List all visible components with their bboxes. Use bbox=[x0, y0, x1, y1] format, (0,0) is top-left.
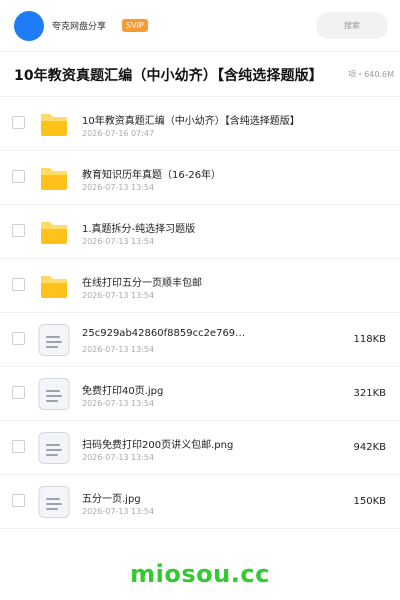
file-name[interactable]: 在线打印五分一页顺丰包邮 bbox=[82, 274, 202, 289]
document-icon bbox=[38, 486, 70, 518]
folder-row[interactable]: 10年教资真题汇编（中小幼齐）【含纯选择题版】 2026-07-16 07:47 bbox=[0, 97, 400, 151]
file-name[interactable]: 扫码免费打印200页讲义包邮.png bbox=[82, 436, 233, 451]
file-size: 942KB bbox=[353, 442, 386, 453]
folder-row[interactable]: 在线打印五分一页顺丰包邮 2026-07-13 13:54 bbox=[0, 259, 400, 313]
file-size: 118KB bbox=[353, 334, 386, 345]
file-date: 2026-07-16 07:47 bbox=[82, 129, 155, 138]
file-date: 2026-07-13 13:54 bbox=[82, 453, 155, 462]
folder-row[interactable]: 教育知识历年真题（16-26年） 2026-07-13 13:54 bbox=[0, 151, 400, 205]
row-checkbox[interactable] bbox=[12, 224, 25, 237]
search-button[interactable]: 搜索 bbox=[316, 12, 388, 39]
file-row[interactable]: 免费打印40页.jpg 2026-07-13 13:54 321KB bbox=[0, 367, 400, 421]
folder-icon bbox=[38, 270, 70, 302]
row-checkbox[interactable] bbox=[12, 116, 25, 129]
top-header: 夸克网盘分享 SVIP 搜索 bbox=[0, 0, 400, 52]
file-date: 2026-07-13 13:54 bbox=[82, 291, 155, 300]
file-row[interactable]: 五分一页.jpg 2026-07-13 13:54 150KB bbox=[0, 475, 400, 529]
file-date: 2026-07-13 13:54 bbox=[82, 237, 155, 246]
svip-badge: SVIP bbox=[122, 19, 148, 32]
avatar[interactable] bbox=[14, 10, 44, 41]
folder-icon bbox=[38, 162, 70, 194]
document-icon bbox=[38, 324, 70, 356]
sharer-name: 夸克网盘分享 bbox=[52, 22, 107, 32]
document-icon bbox=[38, 432, 70, 464]
file-size: 321KB bbox=[353, 388, 386, 399]
file-date: 2026-07-13 13:54 bbox=[82, 345, 155, 354]
file-size: 150KB bbox=[353, 496, 386, 507]
folder-icon bbox=[38, 216, 70, 248]
file-row[interactable]: 25c929ab42860f8859cc2e769… 2026-07-13 13:… bbox=[0, 313, 400, 367]
row-checkbox[interactable] bbox=[12, 170, 25, 183]
file-row[interactable]: 扫码免费打印200页讲义包邮.png 2026-07-13 13:54 942KB bbox=[0, 421, 400, 475]
file-list: 10年教资真题汇编（中小幼齐）【含纯选择题版】 2026-07-16 07:47 教… bbox=[0, 97, 400, 529]
file-name[interactable]: 1.真题拆分-纯选择习题版 bbox=[82, 220, 195, 235]
file-date: 2026-07-13 13:54 bbox=[82, 507, 155, 516]
folder-title-bar: 10年教资真题汇编（中小幼齐）【含纯选择题版】 项・640.6M bbox=[0, 53, 400, 97]
row-checkbox[interactable] bbox=[12, 332, 25, 345]
document-icon bbox=[38, 378, 70, 410]
file-name[interactable]: 教育知识历年真题（16-26年） bbox=[82, 166, 221, 181]
file-date: 2026-07-13 13:54 bbox=[82, 183, 155, 192]
file-date: 2026-07-13 13:54 bbox=[82, 399, 155, 408]
row-checkbox[interactable] bbox=[12, 494, 25, 507]
file-name[interactable]: 五分一页.jpg bbox=[82, 490, 141, 505]
folder-meta: 项・640.6M bbox=[346, 69, 394, 80]
page-title: 10年教资真题汇编（中小幼齐）【含纯选择题版】 bbox=[14, 68, 323, 84]
file-name[interactable]: 25c929ab42860f8859cc2e769… bbox=[82, 328, 245, 339]
row-checkbox[interactable] bbox=[12, 278, 25, 291]
row-checkbox[interactable] bbox=[12, 440, 25, 453]
folder-icon bbox=[38, 108, 70, 140]
folder-row[interactable]: 1.真题拆分-纯选择习题版 2026-07-13 13:54 bbox=[0, 205, 400, 259]
file-name[interactable]: 10年教资真题汇编（中小幼齐）【含纯选择题版】 bbox=[82, 112, 300, 127]
watermark-text: miosou.cc bbox=[130, 560, 270, 588]
row-checkbox[interactable] bbox=[12, 386, 25, 399]
file-name[interactable]: 免费打印40页.jpg bbox=[82, 382, 163, 397]
